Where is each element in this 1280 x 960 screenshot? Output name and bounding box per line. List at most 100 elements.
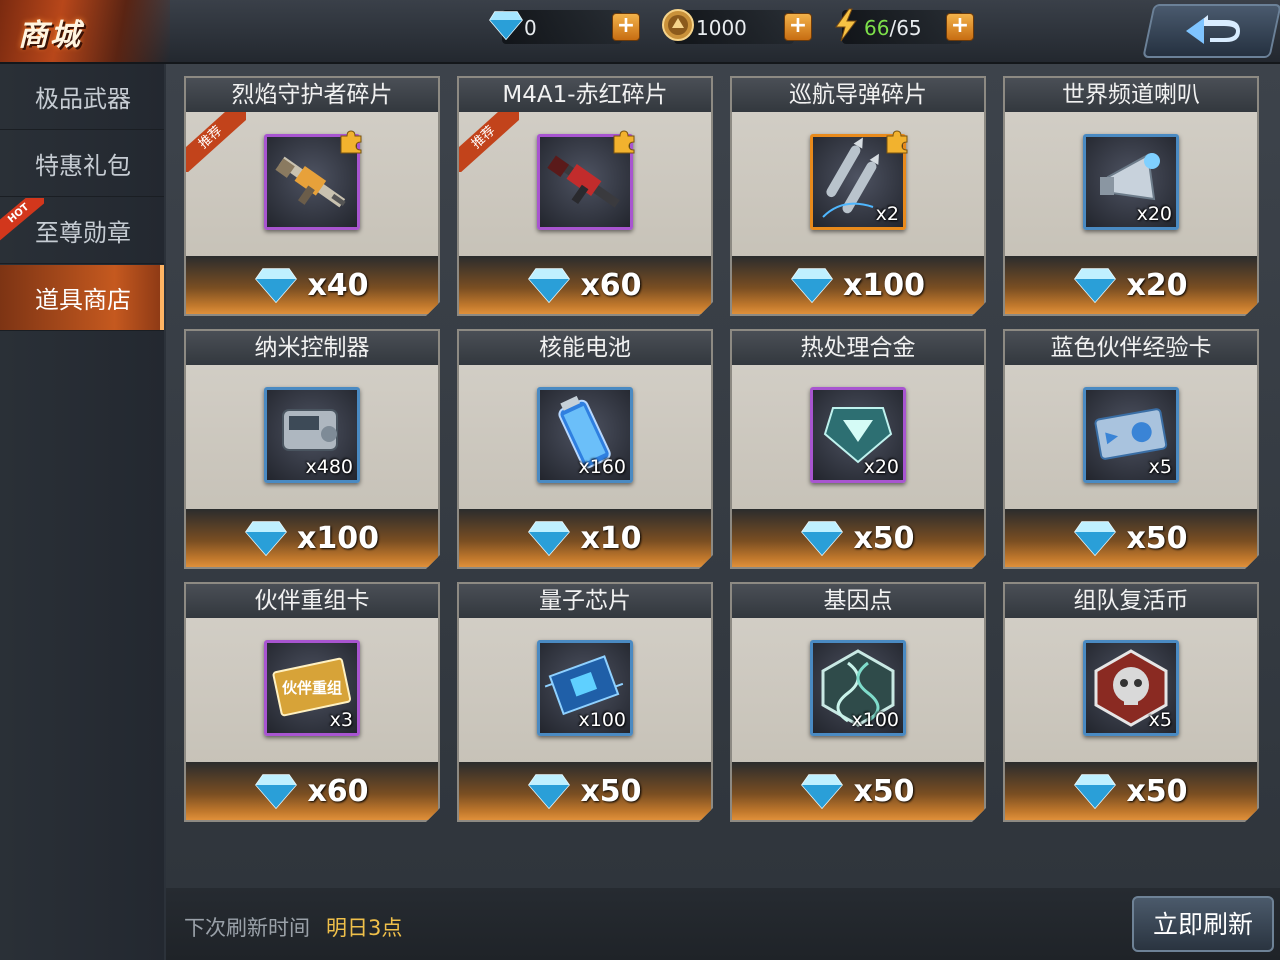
sidebar-item-label: 道具商店 <box>35 286 131 314</box>
energy-current: 66 <box>864 16 890 40</box>
price-bar: x40 <box>186 256 438 314</box>
puzzle-piece-icon <box>338 128 364 154</box>
item-name: 伙伴重组卡 <box>186 584 438 618</box>
item-name: 热处理合金 <box>732 331 984 365</box>
back-button[interactable] <box>1142 4 1280 58</box>
diamond-icon <box>255 267 297 303</box>
item-quantity: x480 <box>305 456 353 478</box>
price-bar: x50 <box>732 509 984 567</box>
recommend-ribbon-text: 推荐 <box>186 112 246 172</box>
diamond-icon <box>528 773 570 809</box>
item-name: M4A1-赤红碎片 <box>459 78 711 112</box>
shop-item-card[interactable]: 巡航导弹碎片 x2 x100 <box>730 76 986 316</box>
price-bar: x10 <box>459 509 711 567</box>
lightning-icon <box>828 7 864 43</box>
item-icon-frame: 伙伴重组 x3 <box>264 640 360 736</box>
item-name: 纳米控制器 <box>186 331 438 365</box>
energy-max: 65 <box>896 16 922 40</box>
item-icon-frame: x100 <box>537 640 633 736</box>
diamond-icon <box>528 520 570 556</box>
shop-item-card[interactable]: 基因点 x100 x50 <box>730 582 986 822</box>
item-icon-frame: x20 <box>1083 134 1179 230</box>
item-price: x100 <box>843 267 925 303</box>
add-energy-button[interactable]: + <box>946 13 974 41</box>
puzzle-piece-icon <box>884 128 910 154</box>
sidebar-item-supreme-medals[interactable]: HOT 至尊勋章 <box>0 198 164 264</box>
diamond-icon <box>1074 773 1116 809</box>
item-icon-frame: x480 <box>264 387 360 483</box>
item-icon-frame: x100 <box>810 640 906 736</box>
hot-badge-text: HOT <box>0 198 44 242</box>
item-name: 烈焰守护者碎片 <box>186 78 438 112</box>
shop-item-card[interactable]: 烈焰守护者碎片 推荐 x40 <box>184 76 440 316</box>
refresh-now-button[interactable]: 立即刷新 <box>1132 896 1274 952</box>
item-price: x10 <box>580 520 642 556</box>
item-quantity: x2 <box>875 203 899 225</box>
price-bar: x50 <box>459 762 711 820</box>
gold-counter: 1000 <box>662 9 794 44</box>
shop-item-card[interactable]: 伙伴重组卡 伙伴重组 x3 x60 <box>184 582 440 822</box>
shop-grid: 烈焰守护者碎片 推荐 x40 M4A1-赤红碎片 推荐 x60 巡航导弹碎片 x… <box>166 64 1280 888</box>
item-quantity: x20 <box>863 456 899 478</box>
add-gold-button[interactable]: + <box>784 13 812 41</box>
item-price: x40 <box>307 267 369 303</box>
price-bar: x50 <box>1005 509 1257 567</box>
footer-bar: 下次刷新时间 明日3点 立即刷新 <box>166 888 1280 960</box>
sidebar-item-item-shop[interactable]: 道具商店 <box>0 265 164 331</box>
item-quantity: x3 <box>329 709 353 731</box>
item-icon-frame: x5 <box>1083 387 1179 483</box>
item-quantity: x20 <box>1136 203 1172 225</box>
diamond-icon <box>245 520 287 556</box>
item-name: 巡航导弹碎片 <box>732 78 984 112</box>
diamond-icon <box>255 773 297 809</box>
shop-item-card[interactable]: 组队复活币 x5 x50 <box>1003 582 1259 822</box>
puzzle-piece-icon <box>611 128 637 154</box>
item-name: 量子芯片 <box>459 584 711 618</box>
item-icon-frame: x20 <box>810 387 906 483</box>
sidebar-item-premium-weapons[interactable]: 极品武器 <box>0 64 164 130</box>
add-gems-button[interactable]: + <box>612 13 640 41</box>
sidebar-item-special-packs[interactable]: 特惠礼包 <box>0 131 164 197</box>
item-quantity: x160 <box>578 456 626 478</box>
sidebar-item-label: 至尊勋章 <box>35 219 131 247</box>
diamond-icon <box>488 7 524 43</box>
item-name: 核能电池 <box>459 331 711 365</box>
item-price: x20 <box>1126 267 1188 303</box>
item-icon-frame: x160 <box>537 387 633 483</box>
shop-item-card[interactable]: 纳米控制器 x480 x100 <box>184 329 440 569</box>
item-price: x50 <box>853 520 915 556</box>
shop-item-card[interactable]: 世界频道喇叭 x20 x20 <box>1003 76 1259 316</box>
item-quantity: x5 <box>1148 456 1172 478</box>
recommend-ribbon: 推荐 <box>186 112 246 172</box>
price-bar: x50 <box>732 762 984 820</box>
hot-badge: HOT <box>0 198 44 242</box>
sidebar-item-label: 极品武器 <box>35 85 131 113</box>
item-price: x50 <box>853 773 915 809</box>
gold-coin-icon <box>660 7 696 43</box>
reorg-card-text: 伙伴重组 <box>282 679 342 697</box>
shop-item-card[interactable]: M4A1-赤红碎片 推荐 x60 <box>457 76 713 316</box>
price-bar: x100 <box>732 256 984 314</box>
gem-counter: 0 <box>489 10 622 44</box>
item-quantity: x100 <box>851 709 899 731</box>
energy-counter: 66/65 <box>835 8 962 44</box>
shop-item-card[interactable]: 核能电池 x160 x10 <box>457 329 713 569</box>
diamond-icon <box>1074 520 1116 556</box>
gold-value: 1000 <box>696 16 747 40</box>
diamond-icon <box>791 267 833 303</box>
shop-item-card[interactable]: 量子芯片 x100 x50 <box>457 582 713 822</box>
item-icon-frame: x5 <box>1083 640 1179 736</box>
item-price: x50 <box>1126 773 1188 809</box>
item-quantity: x5 <box>1148 709 1172 731</box>
shop-logo-text: 商城 <box>18 18 82 53</box>
refresh-time-label: 下次刷新时间 <box>184 916 310 940</box>
item-name: 组队复活币 <box>1005 584 1257 618</box>
item-name: 世界频道喇叭 <box>1005 78 1257 112</box>
item-name: 蓝色伙伴经验卡 <box>1005 331 1257 365</box>
shop-item-card[interactable]: 热处理合金 x20 x50 <box>730 329 986 569</box>
item-price: x60 <box>307 773 369 809</box>
diamond-icon <box>801 773 843 809</box>
back-arrow-icon <box>1186 15 1240 44</box>
recommend-ribbon-text: 推荐 <box>459 112 519 172</box>
shop-item-card[interactable]: 蓝色伙伴经验卡 x5 x50 <box>1003 329 1259 569</box>
